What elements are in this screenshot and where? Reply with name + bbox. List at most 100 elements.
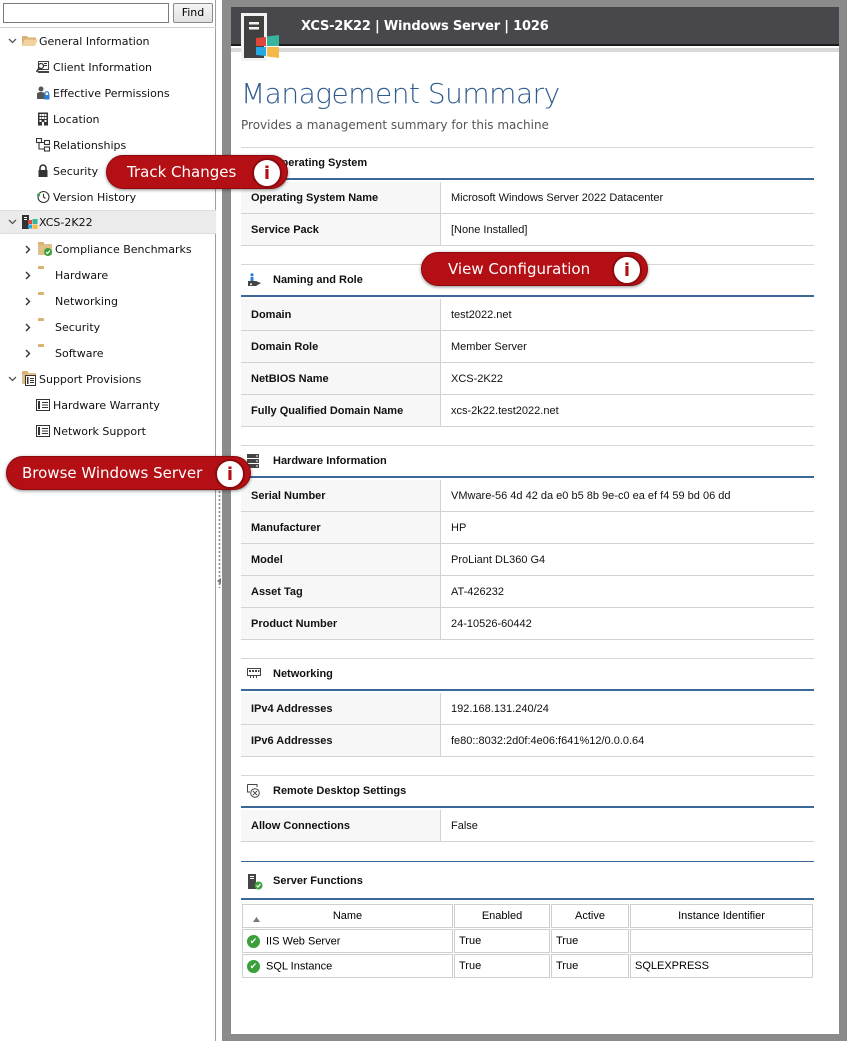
cell-instance <box>630 929 813 953</box>
property-key: Manufacturer <box>241 512 441 543</box>
page-subtitle: Provides a management summary for this m… <box>241 118 549 132</box>
property-value: [None Installed] <box>451 223 528 236</box>
property-value: fe80::8032:2d0f:4e06:f641%12/0.0.0.64 <box>451 734 645 747</box>
history-icon <box>36 190 50 204</box>
page-title: Management Summary <box>241 77 560 110</box>
property-row: IPv6 Addresses fe80::8032:2d0f:4e06:f641… <box>241 725 814 757</box>
info-icon: i <box>215 459 245 489</box>
windows-server-logo-icon <box>241 13 279 63</box>
folder-icon <box>38 294 52 308</box>
splitter-grip[interactable] <box>218 478 221 588</box>
compliance-folder-icon <box>38 242 52 256</box>
property-value: 24-10526-60442 <box>451 617 532 630</box>
find-input[interactable] <box>3 3 169 23</box>
property-row: Domain Role Member Server <box>241 331 814 363</box>
chevron-right-icon[interactable] <box>22 295 34 307</box>
property-value: test2022.net <box>451 308 512 321</box>
chevron-right-icon[interactable] <box>22 243 34 255</box>
property-row: Allow Connections False <box>241 810 814 842</box>
client-information-icon <box>35 60 50 74</box>
tree-item-label: Software <box>55 346 104 360</box>
property-key: IPv6 Addresses <box>241 725 441 756</box>
cell-name: ✔ IIS Web Server <box>242 929 453 953</box>
tree-node-general-information[interactable]: General Information <box>6 29 150 53</box>
callout-view-configuration: View Configuration i <box>421 252 648 286</box>
windows-server-icon <box>22 215 38 229</box>
header-title: XCS-2K22 | Windows Server | 1026 <box>301 19 549 34</box>
tree-node-networking[interactable]: Networking <box>22 289 118 313</box>
tree-item-label: Compliance Benchmarks <box>55 242 192 256</box>
property-row: Model ProLiant DL360 G4 <box>241 544 814 576</box>
info-icon: i <box>612 255 642 285</box>
tree-item-label: Location <box>53 112 100 126</box>
property-key: Fully Qualified Domain Name <box>241 395 441 426</box>
tree-item-client-information[interactable]: Client Information <box>35 55 153 79</box>
find-bar: Find <box>3 3 213 23</box>
cell-name: ✔ SQL Instance <box>242 954 453 978</box>
column-header-enabled[interactable]: Enabled <box>454 904 550 928</box>
tree-item-security[interactable]: Security <box>36 159 98 183</box>
find-button[interactable]: Find <box>173 3 213 23</box>
tree-item-network-support[interactable]: Network Support <box>36 419 146 443</box>
column-header-label: Name <box>332 910 363 922</box>
tree-item-label: Security <box>55 320 101 334</box>
chevron-down-icon[interactable] <box>6 216 18 228</box>
chevron-right-icon[interactable] <box>22 347 34 359</box>
chevron-down-icon[interactable] <box>6 373 18 385</box>
tree-item-label: Hardware <box>55 268 109 282</box>
property-key: Asset Tag <box>241 576 441 607</box>
section-header: Remote Desktop Settings <box>241 775 814 808</box>
section-header: Networking <box>241 658 814 691</box>
tree-item-label: Networking <box>55 294 118 308</box>
tree-item-hardware-warranty[interactable]: Hardware Warranty <box>36 393 160 417</box>
property-value: HP <box>451 521 467 534</box>
grid-header-row: Name Enabled Active Instance Identifier <box>242 904 813 928</box>
tree-item-label: Network Support <box>53 424 146 438</box>
column-header-instance-identifier[interactable]: Instance Identifier <box>630 904 813 928</box>
chevron-down-icon[interactable] <box>6 35 18 47</box>
tree-node-security[interactable]: Security <box>22 315 100 339</box>
grid-row[interactable]: ✔ SQL Instance True True SQLEXPRESS <box>242 954 813 978</box>
property-row: Fully Qualified Domain Name xcs-2k22.tes… <box>241 395 814 427</box>
column-header-name[interactable]: Name <box>242 904 453 928</box>
chevron-right-icon[interactable] <box>22 269 34 281</box>
property-value: ProLiant DL360 G4 <box>451 553 546 566</box>
property-value: False <box>451 819 478 832</box>
property-key: Serial Number <box>241 480 441 511</box>
folder-icon <box>38 268 52 282</box>
tree-item-label: Relationships <box>53 138 127 152</box>
tree-node-support-provisions[interactable]: Support Provisions <box>6 367 141 391</box>
collapse-arrow-icon[interactable] <box>217 578 221 584</box>
property-row: Asset Tag AT-426232 <box>241 576 814 608</box>
network-card-icon <box>247 667 261 681</box>
tree-node-compliance-benchmarks[interactable]: Compliance Benchmarks <box>22 237 192 261</box>
callout-label: Browse Windows Server <box>22 464 203 482</box>
grid-row[interactable]: ✔ IIS Web Server True True <box>242 929 813 953</box>
chevron-right-icon[interactable] <box>22 321 34 333</box>
property-key: IPv4 Addresses <box>241 693 441 724</box>
property-row: NetBIOS Name XCS-2K22 <box>241 363 814 395</box>
property-key: Allow Connections <box>241 810 441 841</box>
property-value: XCS-2K22 <box>451 372 503 385</box>
building-icon <box>36 112 50 126</box>
info-icon: i <box>252 158 282 188</box>
tree-node-label: XCS-2K22 <box>39 215 93 229</box>
provision-icon <box>36 424 50 438</box>
tree-node-machine[interactable]: XCS-2K22 <box>0 210 216 234</box>
tree-node-software[interactable]: Software <box>22 341 104 365</box>
tree-item-label: Client Information <box>53 60 153 74</box>
tree-item-location[interactable]: Location <box>36 107 100 131</box>
tree-node-hardware[interactable]: Hardware <box>22 263 108 287</box>
tree-node-label: Support Provisions <box>39 372 142 386</box>
property-value: xcs-2k22.test2022.net <box>451 404 559 417</box>
management-summary-panel: XCS-2K22 | Windows Server | 1026 Managem… <box>231 7 839 1034</box>
tree-item-effective-permissions[interactable]: Effective Permissions <box>36 81 170 105</box>
property-value: VMware-56 4d 42 da e0 b5 8b 9e-c0 ea ef … <box>451 489 731 502</box>
section-server-functions: Server Functions <box>241 861 814 901</box>
tree-item-relationships[interactable]: Relationships <box>35 133 127 157</box>
check-circle-icon: ✔ <box>247 934 260 948</box>
column-header-label: Active <box>575 910 605 922</box>
header-bar: XCS-2K22 | Windows Server | 1026 <box>231 7 839 46</box>
property-row: Product Number 24-10526-60442 <box>241 608 814 640</box>
column-header-active[interactable]: Active <box>551 904 629 928</box>
